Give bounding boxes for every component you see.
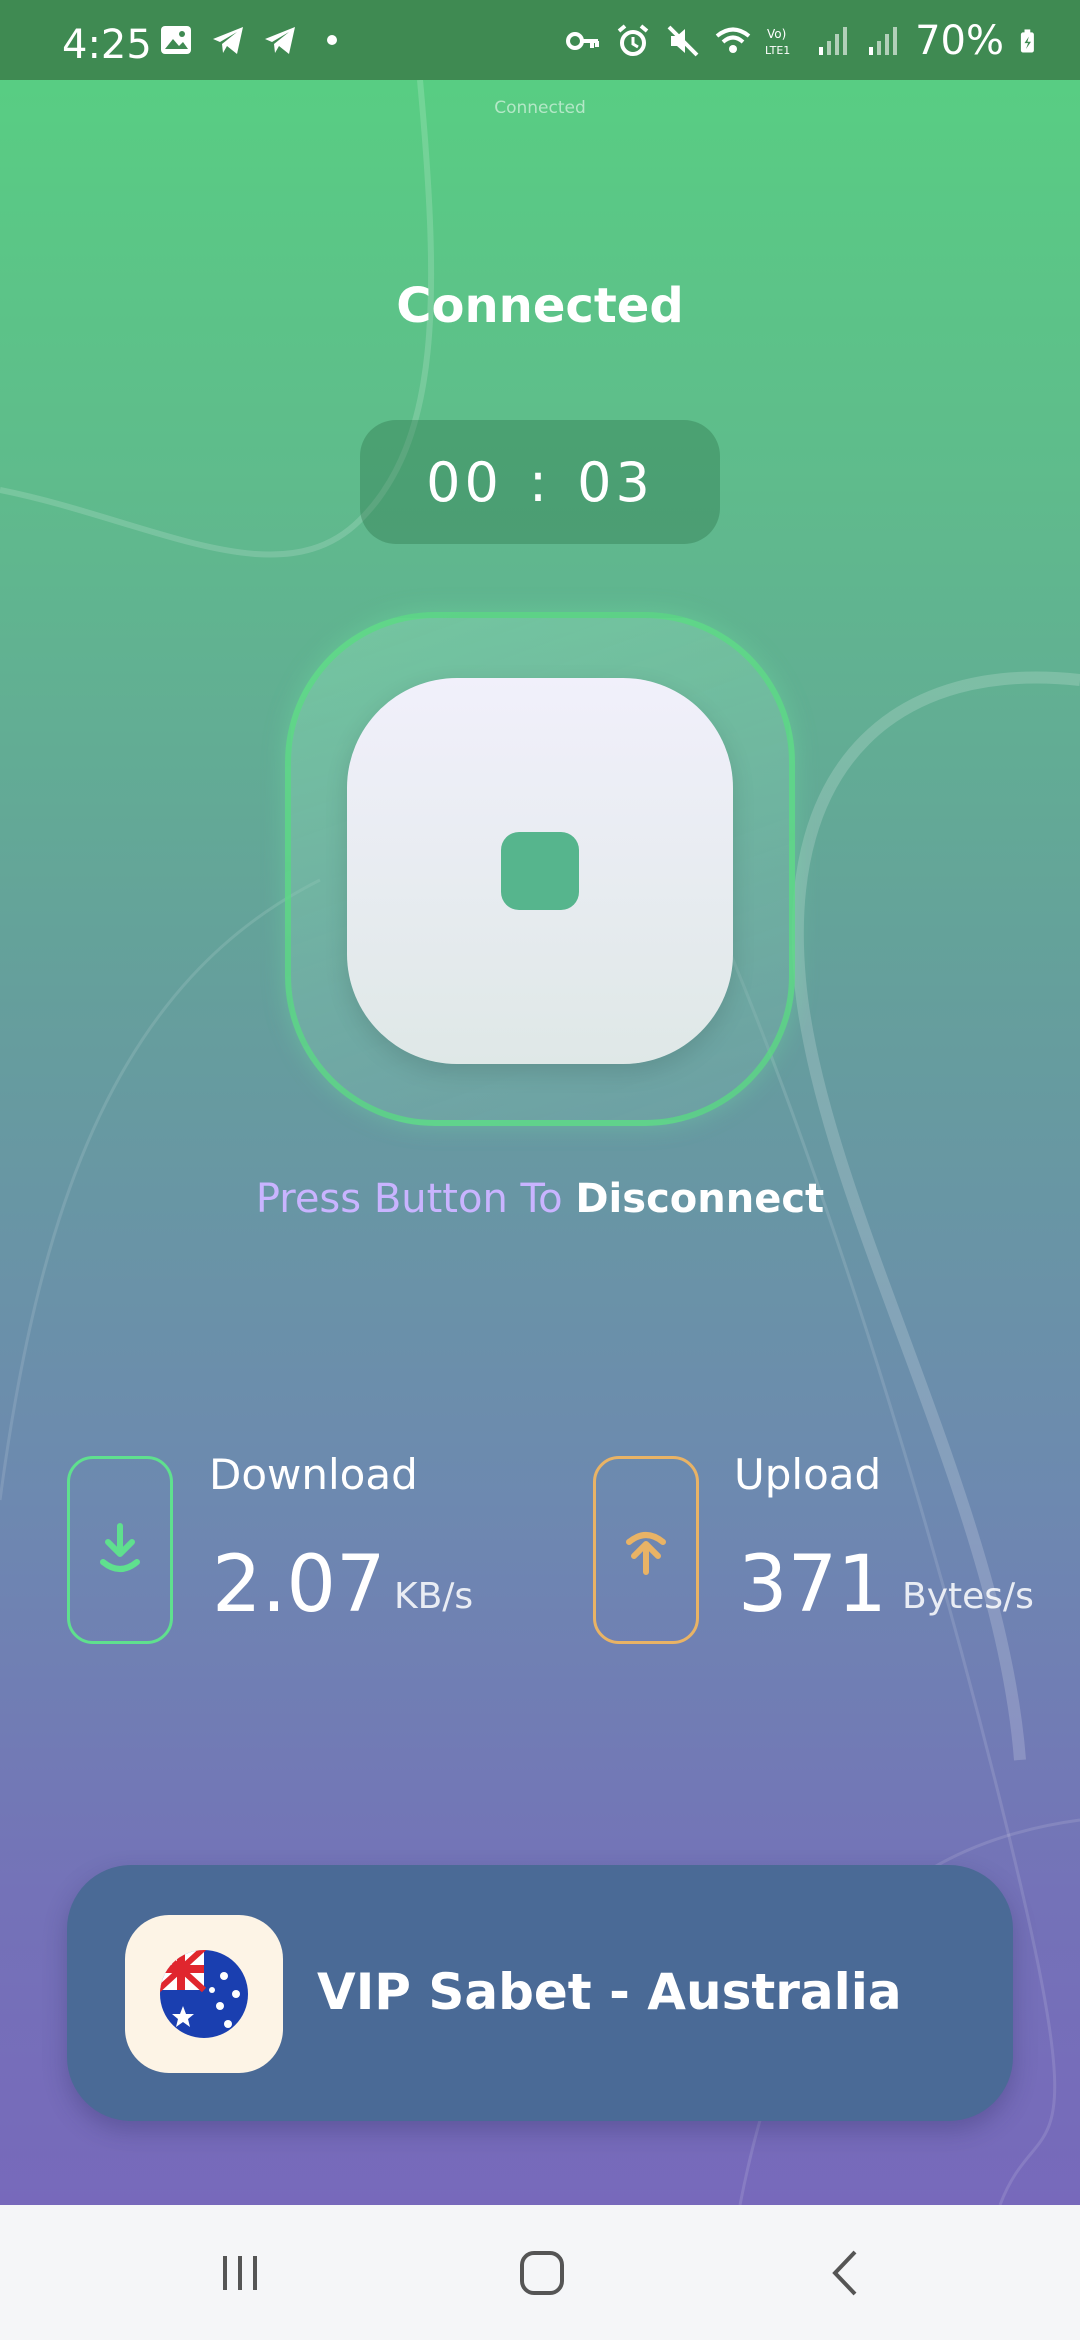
- telegram-icon: [265, 27, 295, 54]
- svg-text:Vo): Vo): [767, 27, 786, 41]
- signal-icon: [819, 27, 848, 55]
- disconnect-hint: Press Button To Disconnect: [0, 1176, 1080, 1222]
- mute-icon: [667, 25, 699, 57]
- download-unit: KB/s: [394, 1576, 474, 1617]
- hint-prefix: Press Button To: [255, 1176, 576, 1222]
- upload-unit: Bytes/s: [902, 1576, 1034, 1617]
- timer-separator: :: [528, 450, 552, 514]
- back-icon: [832, 2250, 857, 2296]
- system-nav-bar: [0, 2205, 1080, 2340]
- key-icon: [566, 32, 600, 50]
- australia-flag-icon: [160, 1950, 248, 2038]
- home-button[interactable]: [512, 2245, 572, 2301]
- status-time: 4:25: [62, 22, 152, 68]
- battery-icon: [1020, 29, 1034, 53]
- upload-icon: [626, 1532, 666, 1575]
- home-icon: [520, 2251, 564, 2295]
- back-button[interactable]: [815, 2245, 875, 2301]
- flag-container: [125, 1915, 283, 2073]
- connection-status-title: Connected: [396, 278, 684, 334]
- connection-timer: 00 : 03: [360, 420, 720, 544]
- download-value: 2.07: [212, 1540, 386, 1630]
- download-icon-box: [67, 1456, 173, 1644]
- vpn-screen: Connected Connected 00 : 03 Press Button…: [0, 0, 1080, 2205]
- alarm-icon: [617, 24, 649, 56]
- connection-status-small: Connected: [494, 98, 586, 118]
- timer-seconds: 03: [577, 450, 654, 514]
- hint-action: Disconnect: [575, 1176, 825, 1222]
- disconnect-button[interactable]: [347, 678, 733, 1064]
- volte-icon: Vo) LTE1: [765, 27, 790, 57]
- recent-apps-icon: [223, 2256, 257, 2290]
- upload-value: 371: [738, 1540, 887, 1630]
- download-icon: [100, 1523, 140, 1572]
- server-selector[interactable]: VIP Sabet - Australia: [67, 1865, 1013, 2121]
- gallery-icon: [161, 26, 191, 54]
- signal-icon: [869, 27, 898, 55]
- timer-minutes: 00: [426, 450, 503, 514]
- dot-icon: [327, 35, 337, 45]
- upload-label: Upload: [734, 1450, 882, 1499]
- svg-text:LTE1: LTE1: [765, 44, 790, 57]
- telegram-icon: [213, 27, 243, 54]
- download-label: Download: [209, 1450, 418, 1499]
- stop-icon: [501, 832, 579, 910]
- server-name: VIP Sabet - Australia: [317, 1963, 902, 2021]
- recent-apps-button[interactable]: [210, 2245, 270, 2301]
- status-bar: 4:25 Vo) LTE1 70%: [0, 0, 1080, 80]
- battery-percent: 70%: [915, 18, 1004, 64]
- wifi-icon: [715, 27, 751, 53]
- upload-icon-box: [593, 1456, 699, 1644]
